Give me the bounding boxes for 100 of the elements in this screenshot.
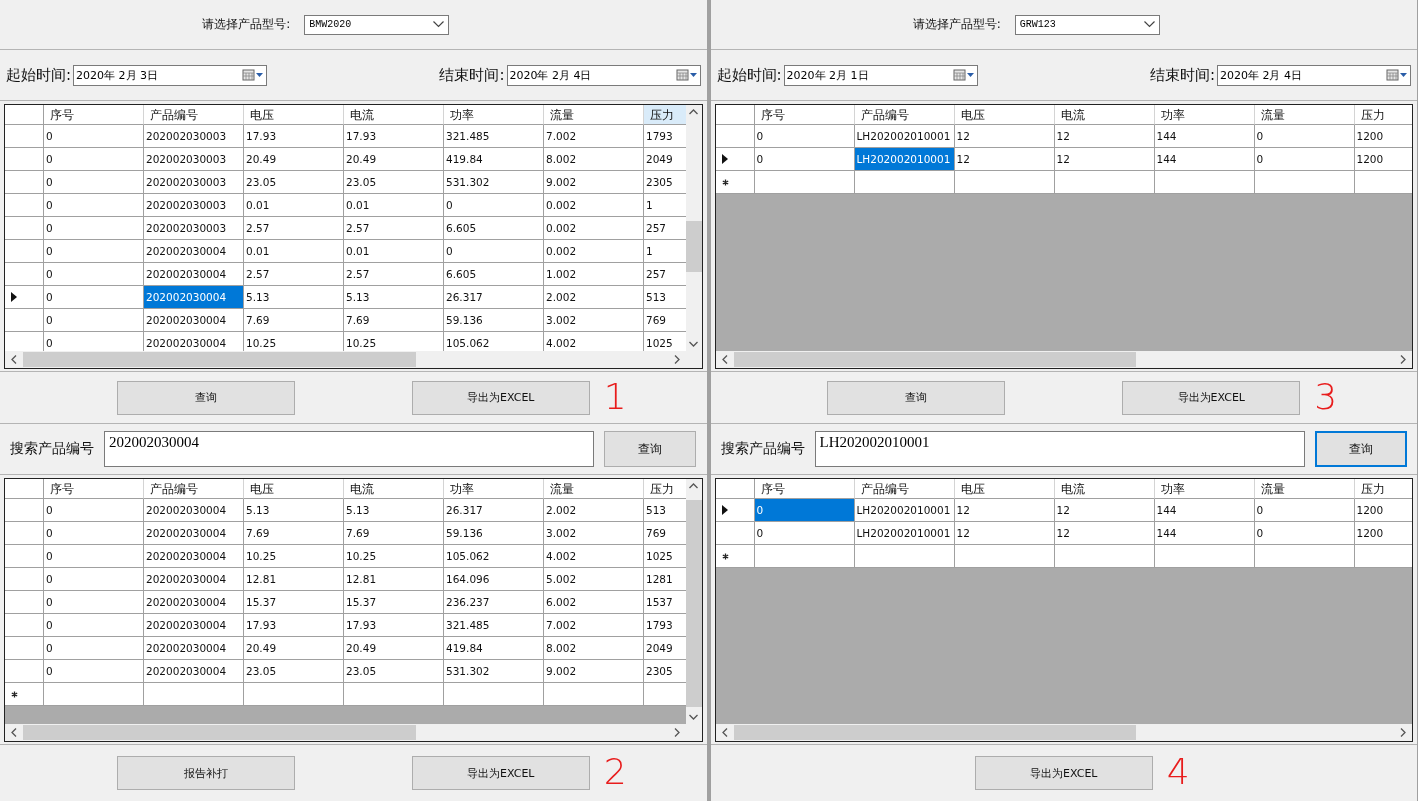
search-button[interactable]: 查询 xyxy=(604,431,696,467)
table-cell[interactable]: 23.05 xyxy=(244,171,344,194)
table-cell[interactable]: 0 xyxy=(444,240,544,263)
column-header[interactable]: 压力 xyxy=(1354,105,1412,125)
table-cell[interactable]: 5.13 xyxy=(244,286,344,309)
table-cell[interactable]: 257 xyxy=(644,263,686,286)
table-cell[interactable]: 2.002 xyxy=(544,499,644,522)
table-cell[interactable]: 12 xyxy=(954,499,1055,522)
table-cell[interactable]: 10.25 xyxy=(344,332,444,351)
table-cell[interactable]: 8.002 xyxy=(544,637,644,660)
table-cell[interactable]: 202002030004 xyxy=(144,263,244,286)
button[interactable]: 导出为EXCEL xyxy=(411,380,590,415)
table-cell[interactable]: 0.01 xyxy=(344,194,444,217)
table-cell[interactable]: LH202002010001 xyxy=(854,499,955,522)
table-cell[interactable]: 1025 xyxy=(644,332,686,351)
row-header[interactable] xyxy=(715,171,755,194)
table-cell[interactable]: 2305 xyxy=(644,171,686,194)
table-cell[interactable]: 0 xyxy=(44,522,144,545)
table-cell[interactable]: 20.49 xyxy=(344,148,444,171)
table-cell[interactable]: 4.002 xyxy=(544,545,644,568)
table-cell[interactable]: 12 xyxy=(954,125,1055,148)
table-cell[interactable]: 0 xyxy=(44,194,144,217)
table-cell[interactable]: 6.605 xyxy=(444,217,544,240)
table-cell[interactable]: 0 xyxy=(44,217,144,240)
table-cell[interactable]: 144 xyxy=(1154,148,1255,171)
table-cell[interactable]: 419.84 xyxy=(444,148,544,171)
table-cell[interactable]: 2.002 xyxy=(544,286,644,309)
new-row-cell[interactable] xyxy=(1054,171,1155,194)
table-cell[interactable]: 7.69 xyxy=(244,309,344,332)
row-header[interactable] xyxy=(5,286,44,309)
table-cell[interactable]: 12 xyxy=(1054,499,1155,522)
search-button[interactable]: 查询 xyxy=(1314,431,1407,467)
table-cell[interactable]: 419.84 xyxy=(444,637,544,660)
table-cell[interactable]: 0 xyxy=(44,499,144,522)
table-cell[interactable]: 59.136 xyxy=(444,309,544,332)
column-header[interactable]: 功率 xyxy=(444,105,544,125)
table-cell[interactable]: LH202002010001 xyxy=(854,522,955,545)
table-cell[interactable]: 513 xyxy=(644,286,686,309)
column-header[interactable]: 功率 xyxy=(444,479,544,499)
table-cell[interactable]: 769 xyxy=(644,309,686,332)
table-cell[interactable]: 0 xyxy=(1254,125,1355,148)
table-cell[interactable]: 2.57 xyxy=(344,263,444,286)
table-cell[interactable]: 20.49 xyxy=(244,637,344,660)
table-cell[interactable]: 144 xyxy=(1154,499,1255,522)
table-cell[interactable]: 202002030004 xyxy=(144,660,244,683)
search-field[interactable]: 202002030004 xyxy=(104,431,594,467)
table-cell[interactable]: 202002030004 xyxy=(144,332,244,351)
table-cell[interactable]: 0 xyxy=(444,194,544,217)
table-cell[interactable]: LH202002010001 xyxy=(854,148,955,171)
button[interactable]: 查询 xyxy=(116,380,295,415)
table-cell[interactable]: 10.25 xyxy=(244,332,344,351)
date-picker[interactable]: 2020年 2月 3日 xyxy=(73,64,268,86)
date-picker[interactable]: 2020年 2月 4日 xyxy=(1217,64,1411,86)
horizontal-scrollbar[interactable] xyxy=(5,724,686,741)
column-header[interactable]: 产品编号 xyxy=(144,105,244,125)
table-cell[interactable]: 0 xyxy=(1254,148,1355,171)
table-cell[interactable]: LH202002010001 xyxy=(854,125,955,148)
table-cell[interactable]: 10.25 xyxy=(244,545,344,568)
column-header[interactable]: 产品编号 xyxy=(854,479,955,499)
table-cell[interactable]: 0 xyxy=(1254,522,1355,545)
scroll-thumb[interactable] xyxy=(23,352,417,367)
column-header[interactable]: 电压 xyxy=(244,105,344,125)
table-cell[interactable]: 202002030004 xyxy=(144,637,244,660)
table-cell[interactable]: 7.002 xyxy=(544,125,644,148)
new-row-cell[interactable] xyxy=(244,683,344,706)
table-cell[interactable]: 12 xyxy=(1054,522,1155,545)
table-cell[interactable]: 0.01 xyxy=(344,240,444,263)
horizontal-scrollbar[interactable] xyxy=(715,724,1412,741)
table-cell[interactable]: 17.93 xyxy=(244,125,344,148)
search-field[interactable]: LH202002010001 xyxy=(814,431,1305,467)
table-cell[interactable]: 164.096 xyxy=(444,568,544,591)
table-cell[interactable]: 202002030004 xyxy=(144,522,244,545)
column-header[interactable]: 序号 xyxy=(754,105,855,125)
table-cell[interactable]: 1 xyxy=(644,194,686,217)
table-cell[interactable]: 0.002 xyxy=(544,240,644,263)
table-cell[interactable]: 0 xyxy=(44,614,144,637)
table-cell[interactable]: 531.302 xyxy=(444,171,544,194)
button[interactable]: 导出为EXCEL xyxy=(411,756,590,790)
table-cell[interactable]: 1 xyxy=(644,240,686,263)
column-header[interactable]: 电流 xyxy=(344,479,444,499)
row-header[interactable] xyxy=(715,499,755,522)
table-cell[interactable]: 0 xyxy=(44,240,144,263)
new-row-cell[interactable] xyxy=(1154,171,1255,194)
column-header[interactable]: 功率 xyxy=(1154,479,1255,499)
table-cell[interactable]: 7.69 xyxy=(344,309,444,332)
table-cell[interactable]: 202002030004 xyxy=(144,545,244,568)
column-header[interactable]: 电流 xyxy=(1054,105,1155,125)
table-cell[interactable]: 202002030004 xyxy=(144,568,244,591)
table-cell[interactable]: 12 xyxy=(1054,125,1155,148)
table-cell[interactable]: 12.81 xyxy=(244,568,344,591)
table-cell[interactable]: 1200 xyxy=(1354,125,1412,148)
row-header[interactable] xyxy=(715,125,755,148)
table-cell[interactable]: 144 xyxy=(1154,125,1255,148)
table-cell[interactable]: 236.237 xyxy=(444,591,544,614)
table-cell[interactable]: 105.062 xyxy=(444,332,544,351)
new-row-cell[interactable] xyxy=(754,545,855,568)
date-picker[interactable]: 2020年 2月 1日 xyxy=(783,64,978,86)
table-cell[interactable]: 0 xyxy=(754,125,855,148)
table-cell[interactable]: 2305 xyxy=(644,660,686,683)
row-header[interactable] xyxy=(715,148,755,171)
